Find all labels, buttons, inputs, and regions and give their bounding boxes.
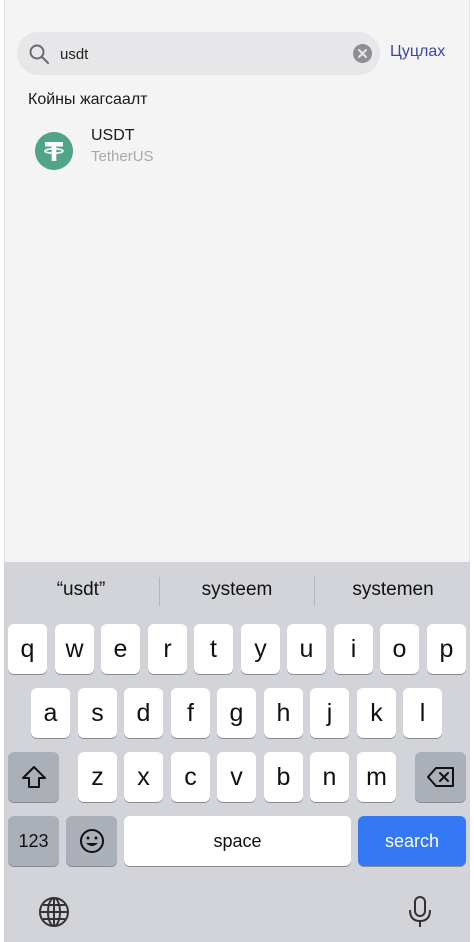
coin-name: TetherUS (91, 148, 154, 165)
suggestion-divider (314, 577, 315, 606)
key-e[interactable]: e (101, 624, 140, 674)
cancel-button[interactable]: Цуцлах (390, 43, 445, 61)
suggestion-item[interactable]: “usdt” (6, 579, 156, 601)
key-b[interactable]: b (264, 752, 303, 802)
key-q[interactable]: q (8, 624, 47, 674)
shift-icon (21, 766, 46, 788)
backspace-key[interactable] (415, 752, 466, 802)
key-w[interactable]: w (55, 624, 94, 674)
coin-list-item[interactable]: USDT TetherUS (33, 126, 453, 176)
backspace-icon (426, 767, 454, 787)
key-k[interactable]: k (357, 688, 396, 738)
space-key[interactable]: space (124, 816, 351, 866)
shift-key[interactable] (8, 752, 59, 802)
key-v[interactable]: v (217, 752, 256, 802)
search-screen: Цуцлах Койны жагсаалт USDT TetherUS (4, 0, 470, 562)
key-l[interactable]: l (403, 688, 442, 738)
key-c[interactable]: c (171, 752, 210, 802)
emoji-key[interactable] (66, 816, 117, 866)
key-j[interactable]: j (310, 688, 349, 738)
key-m[interactable]: m (357, 752, 396, 802)
key-u[interactable]: u (287, 624, 326, 674)
key-o[interactable]: o (380, 624, 419, 674)
key-y[interactable]: y (241, 624, 280, 674)
coin-symbol: USDT (91, 127, 135, 144)
search-field[interactable] (17, 32, 380, 75)
search-key[interactable]: search (358, 816, 466, 866)
emoji-icon (79, 829, 104, 853)
globe-icon[interactable] (37, 895, 71, 929)
key-f[interactable]: f (171, 688, 210, 738)
key-g[interactable]: g (217, 688, 256, 738)
key-p[interactable]: p (427, 624, 466, 674)
key-r[interactable]: r (148, 624, 187, 674)
microphone-icon[interactable] (403, 895, 437, 929)
key-x[interactable]: x (124, 752, 163, 802)
key-d[interactable]: d (124, 688, 163, 738)
search-icon (29, 44, 49, 64)
suggestion-item[interactable]: systemen (318, 579, 468, 601)
key-n[interactable]: n (310, 752, 349, 802)
suggestion-bar: “usdt” systeem systemen (4, 562, 470, 622)
numbers-key[interactable]: 123 (8, 816, 59, 866)
key-a[interactable]: a (31, 688, 70, 738)
key-z[interactable]: z (78, 752, 117, 802)
section-title: Койны жагсаалт (28, 91, 148, 108)
keyboard: “usdt” systeem systemen q w e r t y u i … (4, 562, 470, 942)
suggestion-divider (159, 577, 160, 606)
search-bar: Цуцлах (17, 32, 469, 75)
key-s[interactable]: s (78, 688, 117, 738)
clear-icon[interactable] (353, 44, 372, 63)
tether-logo-icon (35, 132, 73, 170)
search-input[interactable] (60, 43, 340, 65)
key-h[interactable]: h (264, 688, 303, 738)
key-i[interactable]: i (334, 624, 373, 674)
suggestion-item[interactable]: systeem (162, 579, 312, 601)
key-t[interactable]: t (194, 624, 233, 674)
